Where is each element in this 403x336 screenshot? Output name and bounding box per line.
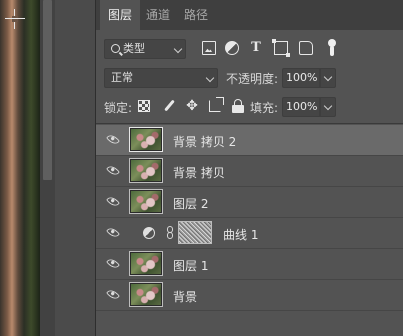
layer-name[interactable]: 图层 2 (173, 195, 208, 212)
panel-tab-bar: 图层 通道 路径 (96, 0, 403, 30)
lock-image-pixels-icon[interactable] (163, 100, 175, 112)
lock-position-icon[interactable]: ✥ (186, 99, 198, 113)
layer-thumbnail (129, 127, 163, 152)
visibility-eye-icon[interactable] (106, 225, 120, 240)
layer-name[interactable]: 曲线 1 (223, 226, 258, 243)
chevron-down-icon (323, 72, 333, 82)
lock-all-icon[interactable] (232, 99, 244, 113)
search-icon (111, 44, 120, 53)
opacity-label: 不透明度: (226, 72, 279, 86)
filter-toggle-icon[interactable] (328, 39, 336, 57)
layer-filter-dropdown[interactable]: 类型 (104, 39, 186, 59)
adjustment-filter-icon[interactable] (225, 41, 239, 55)
visibility-eye-icon[interactable] (106, 163, 120, 178)
curves-adjustment-icon[interactable] (143, 227, 155, 239)
layers-panel: 图层 通道 路径 类型 T 正常 不透明度: 100% 锁定: ✥ 填充: 10… (96, 0, 403, 336)
chevron-down-icon (173, 44, 183, 54)
smart-object-filter-icon[interactable] (299, 41, 313, 55)
blend-mode-dropdown[interactable]: 正常 (104, 68, 218, 88)
layer-row[interactable]: 图层 2 (96, 187, 403, 218)
tab-paths[interactable]: 路径 (178, 0, 214, 30)
lock-artboard-icon[interactable] (209, 97, 224, 112)
shape-filter-icon[interactable] (272, 39, 290, 57)
layer-row[interactable]: 曲线 1 (96, 218, 403, 249)
fill-input[interactable]: 100% (282, 97, 320, 117)
layer-row[interactable]: 背景 (96, 280, 403, 311)
lock-label: 锁定: (104, 101, 133, 115)
layer-name[interactable]: 图层 1 (173, 257, 208, 274)
type-filter-icon[interactable]: T (249, 41, 263, 55)
image-filter-icon[interactable] (202, 41, 216, 55)
layer-thumbnail (129, 251, 163, 276)
visibility-eye-icon[interactable] (106, 256, 120, 271)
visibility-eye-icon[interactable] (106, 287, 120, 302)
layer-name[interactable]: 背景 (173, 288, 197, 305)
layer-row[interactable]: 背景 拷贝 (96, 156, 403, 187)
tab-channels[interactable]: 通道 (140, 0, 176, 30)
tab-layers[interactable]: 图层 (100, 0, 140, 30)
layer-mask-thumbnail[interactable] (178, 221, 212, 244)
visibility-eye-icon[interactable] (106, 132, 120, 147)
fill-slider-button[interactable] (320, 97, 336, 117)
panel-divider (96, 123, 403, 124)
layer-thumbnail (129, 158, 163, 183)
layer-row[interactable]: 背景 拷贝 2 (96, 125, 403, 156)
opacity-slider-button[interactable] (320, 68, 336, 88)
layer-row[interactable]: 图层 1 (96, 249, 403, 280)
layer-name[interactable]: 背景 拷贝 (173, 164, 225, 181)
chevron-down-icon (205, 73, 215, 83)
blend-mode-value: 正常 (111, 71, 133, 84)
visibility-eye-icon[interactable] (106, 194, 120, 209)
layer-thumbnail (129, 282, 163, 307)
panel-gutter (55, 0, 95, 336)
lock-transparent-pixels-icon[interactable] (138, 100, 150, 112)
scrollbar-thumb[interactable] (43, 0, 52, 180)
layer-thumbnail (129, 189, 163, 214)
crosshair-cursor-icon (5, 9, 25, 29)
fill-label: 填充: (250, 101, 279, 115)
link-chain-icon[interactable] (166, 226, 174, 240)
layers-list: 背景 拷贝 2 背景 拷贝 图层 2 曲线 1 图层 1 背景 (96, 125, 403, 311)
opacity-input[interactable]: 100% (282, 68, 320, 88)
chevron-down-icon (323, 101, 333, 111)
document-canvas[interactable] (0, 0, 40, 336)
layer-name[interactable]: 背景 拷贝 2 (173, 133, 236, 150)
filter-kind-label: 类型 (123, 42, 145, 55)
